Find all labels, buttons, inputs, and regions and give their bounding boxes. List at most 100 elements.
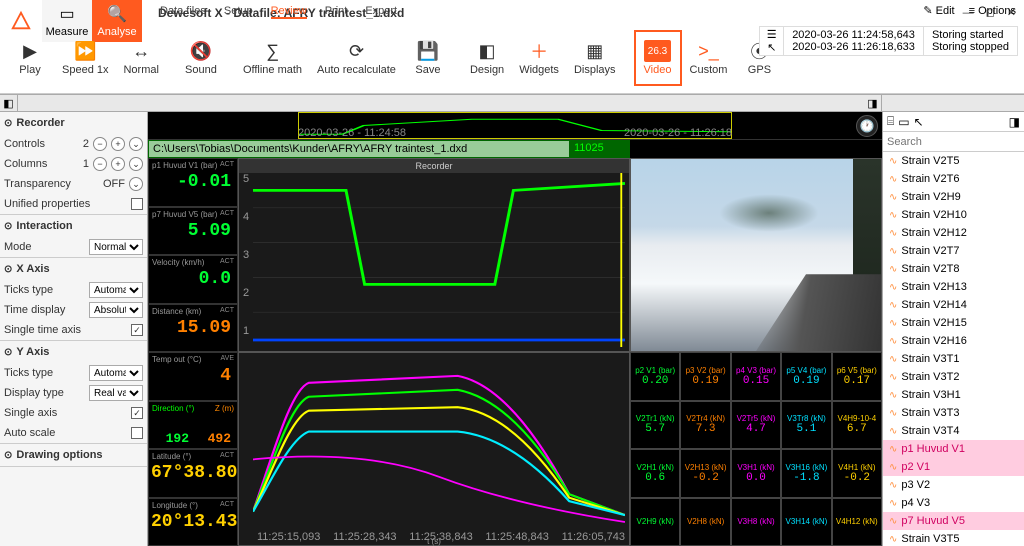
- yticks-select[interactable]: Automatic: [89, 365, 143, 381]
- channel-item[interactable]: ∿Strain V2T6: [883, 170, 1024, 188]
- meter-display[interactable]: p7 Huvud V5 (bar)ACT5.09: [148, 207, 238, 256]
- autoscale-checkbox[interactable]: [131, 427, 143, 439]
- waveform-icon: ∿: [889, 408, 897, 419]
- channel-item[interactable]: ∿Strain V2H15: [883, 314, 1024, 332]
- unified-checkbox[interactable]: [131, 198, 143, 210]
- section-interaction: Interaction: [16, 220, 72, 232]
- pointer-icon[interactable]: ↖: [914, 115, 924, 129]
- waveform-icon: ∿: [889, 462, 897, 473]
- recorder-chart[interactable]: Recorder 54321: [238, 158, 630, 352]
- channel-item[interactable]: ∿Strain V2H13: [883, 278, 1024, 296]
- panel-toggle-left[interactable]: ◧: [0, 95, 18, 111]
- meter-display[interactable]: p1 Huvud V1 (bar)ACT-0.01: [148, 158, 238, 207]
- save-button[interactable]: 💾Save: [404, 30, 452, 86]
- channel-list[interactable]: ∿Strain V2T5∿Strain V2T6∿Strain V2H9∿Str…: [883, 152, 1024, 546]
- play-button[interactable]: ▶Play: [6, 30, 54, 86]
- sound-button[interactable]: 🔇Sound: [177, 30, 225, 86]
- controls-minus-button[interactable]: −: [93, 137, 107, 151]
- menu-print[interactable]: Print: [325, 5, 348, 19]
- section-drawing: Drawing options: [16, 449, 102, 461]
- channel-item[interactable]: ∿p1 Huvud V1: [883, 440, 1024, 458]
- meter-display[interactable]: Longitude (°)ACT20°13.432': [148, 498, 238, 546]
- auto-recalculate-button[interactable]: ⟳Auto recalculate: [310, 30, 403, 86]
- status-block: ☰↖ 2020-03-26 11:24:58,6432020-03-26 11:…: [759, 26, 1018, 56]
- waveform-icon: ∿: [889, 228, 897, 239]
- waveform-icon: ∿: [889, 210, 897, 221]
- speed-button[interactable]: ⏩Speed 1x: [55, 30, 115, 86]
- singletime-checkbox[interactable]: ✓: [131, 324, 143, 336]
- columns-plus-button[interactable]: +: [111, 157, 125, 171]
- channel-item[interactable]: ∿p2 V1: [883, 458, 1024, 476]
- design-button[interactable]: ◧Design: [463, 30, 511, 86]
- clock-icon[interactable]: 🕐: [856, 115, 878, 137]
- grid-cell: V4H9-10-46.7: [832, 401, 882, 450]
- columns-minus-button[interactable]: −: [93, 157, 107, 171]
- menu-review[interactable]: Review: [271, 5, 307, 19]
- options-button[interactable]: ≡ Options: [969, 5, 1016, 17]
- displaytype-select[interactable]: Real value: [89, 385, 143, 401]
- channel-item[interactable]: ∿Strain V2H9: [883, 188, 1024, 206]
- grid-cell: V2H8 (kN): [680, 498, 730, 546]
- panel-toggle-right[interactable]: ◨: [864, 95, 882, 111]
- video-display[interactable]: [630, 158, 882, 352]
- grid-cell: V3H16 (kN)-1.8: [781, 449, 831, 498]
- channel-item[interactable]: ∿p7 Huvud V5: [883, 512, 1024, 530]
- channel-item[interactable]: ∿Strain V2H16: [883, 332, 1024, 350]
- meter-display[interactable]: Distance (km)ACT15.09: [148, 304, 238, 353]
- channel-item[interactable]: ∿Strain V2T5: [883, 152, 1024, 170]
- timedisplay-select[interactable]: Absolute (t: [89, 302, 143, 318]
- offline-math-button[interactable]: ∑Offline math: [236, 30, 309, 86]
- grid-cell: V3H1 (kN)0.0: [731, 449, 781, 498]
- video-button[interactable]: 26.3Video: [634, 30, 682, 86]
- channel-item[interactable]: ∿Strain V3T2: [883, 368, 1024, 386]
- grid-cell: V2Tr1 (kN)5.7: [630, 401, 680, 450]
- waveform-icon: ∿: [889, 156, 897, 167]
- channel-item[interactable]: ∿Strain V2H10: [883, 206, 1024, 224]
- menu-setup[interactable]: Setup: [224, 5, 253, 19]
- cursor-icon: ↖: [767, 41, 776, 54]
- grid-cell: V4H1 (kN)-0.2: [832, 449, 882, 498]
- channel-item[interactable]: ∿Strain V2T8: [883, 260, 1024, 278]
- custom-button[interactable]: >_Custom: [683, 30, 735, 86]
- strain-chart[interactable]: 11:25:15,093 11:25:28,343 11:25:38,843 1…: [238, 352, 630, 546]
- menu-datafiles[interactable]: Data files: [160, 5, 206, 19]
- controls-expand-button[interactable]: ⌄: [129, 137, 143, 151]
- edit-button[interactable]: ✎ Edit: [923, 4, 954, 17]
- grid-cell: V2H13 (kN)-0.2: [680, 449, 730, 498]
- channel-item[interactable]: ∿Strain V3T5: [883, 530, 1024, 546]
- panel-collapse-icon[interactable]: ◨: [1009, 115, 1020, 129]
- waveform-icon: ∿: [889, 354, 897, 365]
- channel-search-input[interactable]: [883, 132, 1024, 151]
- menu-export[interactable]: Export: [365, 5, 397, 19]
- channel-item[interactable]: ∿Strain V3T1: [883, 350, 1024, 368]
- channel-item[interactable]: ∿Strain V2T7: [883, 242, 1024, 260]
- transparency-expand-button[interactable]: ⌄: [129, 177, 143, 191]
- meter-display[interactable]: Temp out (°C)AVE4: [148, 352, 238, 401]
- widgets-button[interactable]: ＋Widgets: [512, 30, 566, 86]
- events-icon: ☰: [767, 28, 777, 41]
- meter-display[interactable]: Velocity (km/h)ACT0.0: [148, 255, 238, 304]
- singleaxis-checkbox[interactable]: ✓: [131, 407, 143, 419]
- calendar-icon[interactable]: ▭: [898, 115, 909, 129]
- file-path: C:\Users\Tobias\Documents\Kunder\AFRY\AF…: [148, 140, 570, 158]
- xticks-select[interactable]: Automatic: [89, 282, 143, 298]
- channel-item[interactable]: ∿Strain V3T4: [883, 422, 1024, 440]
- columns-expand-button[interactable]: ⌄: [129, 157, 143, 171]
- meter-display[interactable]: Direction (°)192Z (m)492: [148, 401, 238, 450]
- channel-item[interactable]: ∿Strain V3T3: [883, 404, 1024, 422]
- meter-display[interactable]: Latitude (°)ACT67°38.806': [148, 449, 238, 498]
- channel-item[interactable]: ∿Strain V2H12: [883, 224, 1024, 242]
- displays-button[interactable]: ▦Displays: [567, 30, 623, 86]
- normal-button[interactable]: ↔Normal: [116, 30, 165, 86]
- mode-select[interactable]: Normal: [89, 239, 143, 255]
- channel-item[interactable]: ∿p4 V3: [883, 494, 1024, 512]
- channel-item[interactable]: ∿p3 V2: [883, 476, 1024, 494]
- waveform-icon: ∿: [889, 480, 897, 491]
- section-yaxis: Y Axis: [16, 346, 49, 358]
- waveform-icon: ∿: [889, 390, 897, 401]
- controls-plus-button[interactable]: +: [111, 137, 125, 151]
- properties-panel: ⊙Recorder Controls2−+⌄ Columns1−+⌄ Trans…: [0, 112, 148, 546]
- tree-icon[interactable]: ⌸: [887, 114, 894, 129]
- channel-item[interactable]: ∿Strain V3H1: [883, 386, 1024, 404]
- channel-item[interactable]: ∿Strain V2H14: [883, 296, 1024, 314]
